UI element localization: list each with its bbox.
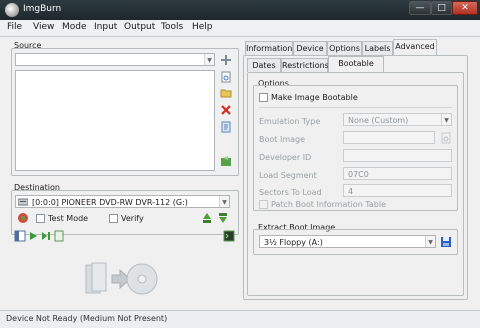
- source-combo[interactable]: ▼: [15, 53, 215, 66]
- emulation-type-value: None (Custom): [348, 116, 409, 125]
- extract-dropdown-arrow[interactable]: ▼: [425, 236, 435, 247]
- tab-labels[interactable]: Labels: [362, 41, 393, 55]
- browse-file-icon[interactable]: [220, 71, 232, 83]
- verify-label: Verify: [121, 214, 144, 223]
- tab-dates[interactable]: Dates: [247, 58, 281, 72]
- calculate-icon[interactable]: [220, 155, 232, 167]
- make-bootable-label: Make Image Bootable: [271, 93, 358, 102]
- menu-input[interactable]: Input: [94, 22, 117, 32]
- emulation-type-label: Emulation Type: [259, 117, 321, 126]
- emulation-type-select[interactable]: None (Custom) ▼: [343, 113, 452, 126]
- verify-checkbox[interactable]: [109, 214, 118, 223]
- build-button[interactable]: [82, 259, 158, 299]
- menu-file[interactable]: File: [7, 22, 22, 32]
- play-icon[interactable]: [27, 230, 39, 242]
- source-file-list[interactable]: [15, 70, 215, 171]
- menu-help[interactable]: Help: [192, 22, 213, 32]
- menu-mode[interactable]: Mode: [62, 22, 87, 32]
- maximize-button[interactable]: □: [431, 1, 452, 15]
- tab-device[interactable]: Device: [293, 41, 327, 55]
- source-dropdown-arrow[interactable]: ▼: [204, 54, 214, 65]
- tab-advanced[interactable]: Advanced: [393, 39, 437, 55]
- tab-bootable-disc[interactable]: Bootable Disc: [328, 56, 384, 81]
- extract-drive-select[interactable]: 3½ Floppy (A:) ▼: [259, 235, 436, 248]
- sectors-to-load-field[interactable]: 4: [343, 184, 452, 197]
- close-tray-icon[interactable]: [217, 212, 229, 224]
- log-icon[interactable]: [53, 230, 65, 242]
- browse-folder-icon[interactable]: [220, 87, 232, 99]
- minimize-button[interactable]: —: [409, 1, 431, 15]
- status-text: Device Not Ready (Medium Not Present): [6, 314, 168, 323]
- tab-information[interactable]: Information: [245, 41, 293, 55]
- developer-id-label: Developer ID: [259, 153, 312, 162]
- extract-drive-value: 3½ Floppy (A:): [264, 238, 323, 247]
- tab-options[interactable]: Options: [327, 41, 362, 55]
- load-segment-value: 07C0: [348, 170, 369, 179]
- tab-restrictions[interactable]: Restrictions: [281, 58, 329, 72]
- title-bar: ImgBurn — □ ✕: [0, 0, 480, 20]
- load-segment-field[interactable]: 07C0: [343, 167, 452, 180]
- menu-tools[interactable]: Tools: [161, 22, 183, 32]
- destination-drive-value: [0:0:0] PIONEER DVD-RW DVR-112 (G:): [32, 198, 188, 207]
- emulation-dropdown-arrow[interactable]: ▼: [441, 114, 451, 125]
- terminal-icon[interactable]: [223, 230, 235, 242]
- write-speed-icon[interactable]: [17, 212, 29, 224]
- window-title: ImgBurn: [23, 4, 62, 14]
- menu-bar: File View Mode Input Output Tools Help: [0, 20, 480, 37]
- options-divider: [259, 107, 452, 108]
- view-toggle-icon[interactable]: [14, 230, 26, 242]
- menu-output[interactable]: Output: [124, 22, 155, 32]
- patch-boot-info-checkbox[interactable]: [259, 200, 268, 209]
- patch-boot-info-label: Patch Boot Information Table: [271, 200, 387, 209]
- save-icon[interactable]: [440, 236, 452, 248]
- sectors-to-load-label: Sectors To Load: [259, 188, 322, 197]
- boot-image-field[interactable]: [343, 131, 435, 144]
- app-disc-icon: [5, 3, 19, 17]
- remove-icon[interactable]: [220, 104, 232, 116]
- destination-drive-combo[interactable]: [0:0:0] PIONEER DVD-RW DVR-112 (G:) ▼: [15, 195, 230, 208]
- drive-icon: [18, 198, 28, 206]
- menu-view[interactable]: View: [33, 22, 54, 32]
- browse-boot-image-icon[interactable]: [440, 132, 452, 144]
- status-bar: Device Not Ready (Medium Not Present): [0, 310, 480, 328]
- destination-dropdown-arrow[interactable]: ▼: [219, 196, 229, 207]
- test-mode-checkbox[interactable]: [36, 214, 45, 223]
- close-button[interactable]: ✕: [452, 1, 478, 15]
- properties-icon[interactable]: [220, 121, 232, 133]
- eject-icon[interactable]: [201, 212, 213, 224]
- next-icon[interactable]: [40, 230, 52, 242]
- main-window: Source ▼ Destination [0:0:0] PIONEER DVD…: [0, 37, 480, 310]
- boot-image-label: Boot Image: [259, 135, 306, 144]
- add-file-icon[interactable]: [220, 54, 232, 66]
- sectors-to-load-value: 4: [348, 187, 354, 196]
- make-bootable-checkbox[interactable]: [259, 93, 268, 102]
- load-segment-label: Load Segment: [259, 171, 317, 180]
- developer-id-field[interactable]: [343, 149, 452, 162]
- test-mode-label: Test Mode: [48, 214, 89, 223]
